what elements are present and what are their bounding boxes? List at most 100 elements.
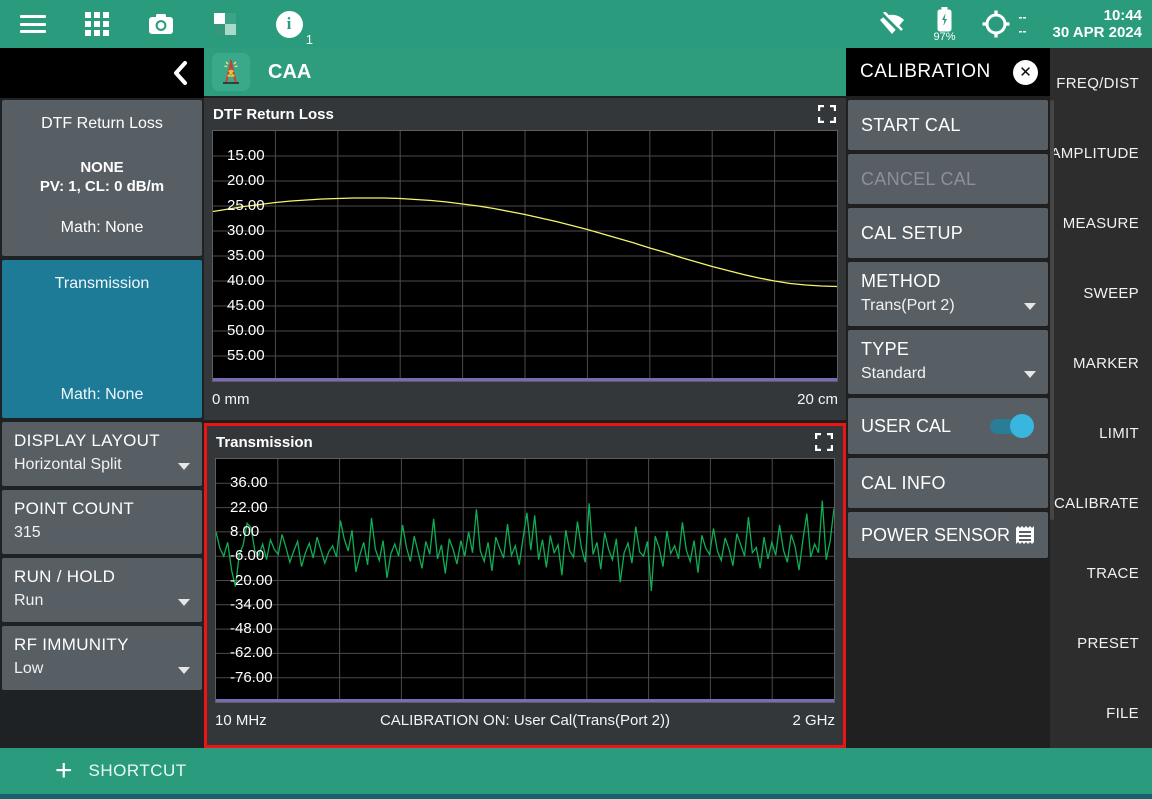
shortcut-bar[interactable]: + SHORTCUT <box>0 748 1152 799</box>
method-value: Trans(Port 2) <box>861 297 1048 315</box>
main-menu: FREQ/DIST AMPLITUDE MEASURE SWEEP MARKER… <box>1050 48 1152 748</box>
left-sidebar: DTF Return Loss NONE PV: 1, CL: 0 dB/m M… <box>0 48 204 748</box>
chevron-down-icon <box>1024 371 1036 378</box>
notification-count: 1 <box>306 32 313 47</box>
display-layout-dropdown[interactable]: DISPLAY LAYOUT Horizontal Split <box>2 422 202 486</box>
info-glyph: i <box>276 11 303 38</box>
trace1-title: DTF Return Loss <box>41 115 163 133</box>
menu-label: TRACE <box>1087 565 1139 582</box>
dtf-x-stop-label: 20 cm <box>797 391 838 408</box>
dtf-plot-svg <box>213 131 837 381</box>
trace-card-dtf-return-loss[interactable]: DTF Return Loss NONE PV: 1, CL: 0 dB/m M… <box>2 100 202 256</box>
instrument-screen: i 1 97% <box>0 0 1152 799</box>
info-notifications-icon[interactable]: i 1 <box>274 9 304 39</box>
menu-label: MARKER <box>1073 355 1139 372</box>
cal-info-label: CAL INFO <box>861 473 946 494</box>
app-grid-icon[interactable] <box>82 9 112 39</box>
main-content: CAA DTF Return Loss 15.0020.0025.0030.00… <box>204 48 846 748</box>
cancel-cal-button-disabled[interactable]: CANCEL CAL <box>848 154 1048 204</box>
calibration-title: CALIBRATION <box>860 61 991 83</box>
camera-glyph <box>148 13 174 35</box>
dtf-sweep-marker-line <box>213 378 837 381</box>
cal-setup-label: CAL SETUP <box>861 223 963 244</box>
fullscreen-expand-icon[interactable] <box>815 433 833 451</box>
chevron-down-icon <box>178 667 190 674</box>
grid-glyph <box>85 12 109 36</box>
run-hold-dropdown[interactable]: RUN / HOLD Run <box>2 558 202 622</box>
menu-measure[interactable]: MEASURE <box>1050 188 1152 258</box>
fullscreen-expand-icon[interactable] <box>818 105 836 123</box>
trace-card-transmission-selected[interactable]: Transmission Math: None <box>2 260 202 418</box>
calibration-panel-header: CALIBRATION ✕ <box>846 48 1050 96</box>
menu-label: PRESET <box>1077 635 1139 652</box>
transmission-x-stop-label: 2 GHz <box>792 712 835 729</box>
user-cal-label: USER CAL <box>861 416 951 437</box>
menu-marker[interactable]: MARKER <box>1050 328 1152 398</box>
dtf-return-loss-panel: DTF Return Loss 15.0020.0025.0030.0035.0… <box>204 98 846 420</box>
power-sensor-label: POWER SENSOR <box>861 525 1010 546</box>
gps-status[interactable]: -- -- <box>981 9 1026 39</box>
dtf-panel-title: DTF Return Loss <box>213 106 334 123</box>
shortcut-label: SHORTCUT <box>89 761 187 781</box>
power-sensor-button[interactable]: POWER SENSOR <box>848 512 1048 558</box>
menu-freq-dist[interactable]: FREQ/DIST <box>1050 48 1152 118</box>
menu-sweep[interactable]: SWEEP <box>1050 258 1152 328</box>
start-cal-button[interactable]: START CAL <box>848 100 1048 150</box>
gps-coordinates: -- -- <box>1018 13 1026 35</box>
transmission-sweep-marker-line <box>216 699 834 702</box>
transmission-plot-area[interactable]: 36.0022.008.00-6.00-20.00-34.00-48.00-62… <box>215 458 835 703</box>
method-label: METHOD <box>861 271 1048 292</box>
clock: 10:44 30 APR 2024 <box>1052 7 1142 41</box>
menu-trace[interactable]: TRACE <box>1050 538 1152 608</box>
time: 10:44 <box>1104 7 1142 24</box>
display-layout-label: DISPLAY LAYOUT <box>14 431 190 451</box>
type-label: TYPE <box>861 339 1048 360</box>
menu-limit[interactable]: LIMIT <box>1050 398 1152 468</box>
display-layout-icon[interactable] <box>210 9 240 39</box>
menu-scrollbar[interactable] <box>1050 100 1054 520</box>
menu-preset[interactable]: PRESET <box>1050 608 1152 678</box>
chevron-down-icon <box>178 463 190 470</box>
type-value: Standard <box>861 365 1048 383</box>
user-cal-toggle-on[interactable] <box>990 419 1032 434</box>
transmission-plot-svg <box>216 459 834 702</box>
sidebar-collapse-button[interactable] <box>0 48 204 98</box>
wifi-off-icon[interactable] <box>877 9 907 39</box>
hamburger-glyph <box>20 15 46 33</box>
calibration-panel: CALIBRATION ✕ START CAL CANCEL CAL CAL S… <box>846 48 1050 748</box>
type-dropdown[interactable]: TYPE Standard <box>848 330 1048 394</box>
close-icon[interactable]: ✕ <box>1013 60 1038 85</box>
menu-calibrate[interactable]: CALIBRATE <box>1050 468 1152 538</box>
dtf-x-axis: 0 mm 20 cm <box>212 382 838 416</box>
cal-info-button[interactable]: CAL INFO <box>848 458 1048 508</box>
rf-immunity-label: RF IMMUNITY <box>14 635 190 655</box>
battery-status[interactable]: 97% <box>933 7 955 42</box>
dtf-plot-area[interactable]: 15.0020.0025.0030.0035.0040.0045.0050.00… <box>212 130 838 382</box>
caa-app-icon[interactable] <box>212 53 250 91</box>
rf-immunity-dropdown[interactable]: RF IMMUNITY Low <box>2 626 202 690</box>
start-cal-label: START CAL <box>861 115 961 136</box>
menu-label: FILE <box>1106 705 1139 722</box>
trace2-title: Transmission <box>55 275 150 293</box>
trace1-cable: NONE <box>80 159 123 176</box>
menu-file[interactable]: FILE <box>1050 678 1152 748</box>
run-hold-value: Run <box>14 592 190 610</box>
hamburger-menu-icon[interactable] <box>18 9 48 39</box>
menu-amplitude[interactable]: AMPLITUDE <box>1050 118 1152 188</box>
app-title: CAA <box>268 61 311 84</box>
transmission-x-start-label: 10 MHz <box>215 712 267 729</box>
point-count-field[interactable]: POINT COUNT 315 <box>2 490 202 554</box>
menu-label: SWEEP <box>1083 285 1139 302</box>
cal-setup-button[interactable]: CAL SETUP <box>848 208 1048 258</box>
calibration-status-text: CALIBRATION ON: User Cal(Trans(Port 2)) <box>215 712 835 729</box>
method-dropdown[interactable]: METHOD Trans(Port 2) <box>848 262 1048 326</box>
top-status-bar: i 1 97% <box>0 0 1152 48</box>
user-cal-toggle-row[interactable]: USER CAL <box>848 398 1048 454</box>
power-sensor-icon <box>1014 525 1036 545</box>
menu-label: FREQ/DIST <box>1056 75 1139 92</box>
camera-screenshot-icon[interactable] <box>146 9 176 39</box>
cancel-cal-label: CANCEL CAL <box>861 169 976 190</box>
date: 30 APR 2024 <box>1052 24 1142 41</box>
quad-glyph <box>214 13 236 35</box>
back-chevron-icon <box>172 61 188 85</box>
